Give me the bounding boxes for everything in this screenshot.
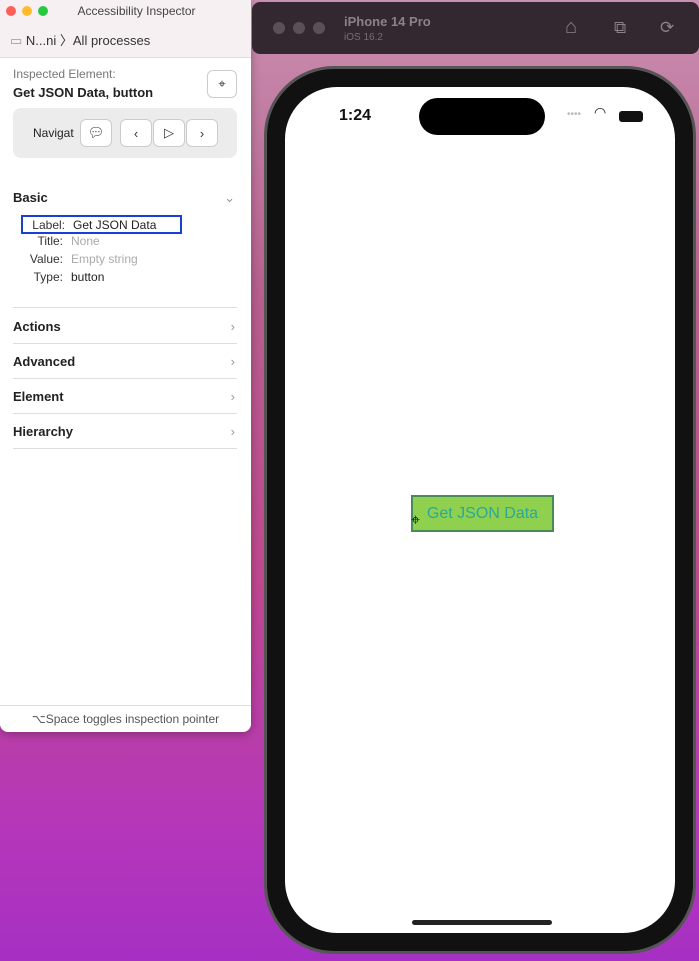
section-title: Basic: [13, 190, 48, 205]
section-advanced[interactable]: Advanced ›: [13, 344, 237, 379]
chevron-right-icon: ›: [230, 389, 235, 404]
row-key: Value:: [29, 252, 63, 266]
previous-button[interactable]: ‹: [120, 119, 152, 147]
row-value: Get JSON Data: [73, 218, 157, 232]
breadcrumb-device[interactable]: N...ni: [26, 33, 56, 48]
chevron-right-icon: ›: [230, 354, 235, 369]
window-title: Accessibility Inspector: [77, 4, 196, 18]
play-icon: ▷: [164, 125, 174, 140]
chevron-down-icon: ⌄: [224, 190, 235, 205]
iphone-frame: 1:24 •••• ◠ Get JSON Data ⌖: [264, 66, 696, 954]
row-key: Label:: [32, 218, 65, 232]
accessibility-inspector-window: Accessibility Inspector ▭ N...ni 〉All pr…: [0, 0, 251, 732]
section-hierarchy[interactable]: Hierarchy ›: [13, 414, 237, 449]
sim-zoom-button[interactable]: [313, 22, 325, 34]
row-key: Type:: [33, 270, 63, 284]
iphone-screen: 1:24 •••• ◠ Get JSON Data ⌖: [285, 87, 675, 933]
section-title: Advanced: [13, 354, 76, 369]
rotate-icon[interactable]: ⟳: [660, 18, 674, 38]
simulator-toolbar: iPhone 14 Pro iOS 16.2 ⌂ ⧉ ⟳: [252, 2, 699, 54]
section-element[interactable]: Element ›: [13, 379, 237, 414]
inspected-element-value: Get JSON Data, button: [13, 85, 154, 100]
battery-icon: [619, 111, 643, 122]
sim-minimize-button[interactable]: [293, 22, 305, 34]
wifi-icon: ◠: [594, 104, 607, 120]
section-title: Actions: [13, 319, 61, 334]
breadcrumb-target[interactable]: All processes: [73, 33, 150, 48]
basic-row-value: Value: Empty string: [13, 252, 213, 266]
row-value: None: [71, 234, 100, 248]
dynamic-island: [419, 98, 545, 135]
screenshot-icon[interactable]: ⧉: [614, 18, 626, 38]
chevron-right-icon: ›: [230, 424, 235, 439]
activate-button[interactable]: ▷: [153, 119, 185, 147]
device-icon: ▭: [10, 33, 23, 48]
home-indicator[interactable]: [412, 920, 552, 925]
navigate-label: Navigat: [33, 126, 74, 140]
next-button[interactable]: ›: [186, 119, 218, 147]
footer-hint: ⌥Space toggles inspection pointer: [0, 705, 251, 732]
chevron-right-icon: ›: [199, 125, 205, 141]
navigation-bar: Navigat 💬︎ ‹ ▷ ›: [13, 108, 237, 158]
chevron-right-icon: ›: [230, 319, 235, 334]
title-bar: Accessibility Inspector ▭ N...ni 〉All pr…: [0, 0, 251, 58]
inspected-element-label: Inspected Element:: [13, 67, 116, 81]
section-actions[interactable]: Actions ›: [13, 309, 237, 344]
speak-button[interactable]: 💬︎: [80, 119, 112, 147]
sim-close-button[interactable]: [273, 22, 285, 34]
target-breadcrumb[interactable]: ▭ N...ni 〉All processes: [10, 30, 150, 49]
basic-row-type: Type: button: [13, 270, 213, 284]
home-icon[interactable]: ⌂: [565, 16, 577, 39]
target-pointer-button[interactable]: ⌖: [207, 70, 237, 98]
speech-bubble-icon: 💬︎: [87, 125, 105, 140]
row-key: Title:: [37, 234, 63, 248]
crosshair-icon: ⌖: [218, 76, 226, 91]
status-time: 1:24: [339, 107, 372, 124]
signal-icon: ••••: [567, 109, 582, 120]
chevron-left-icon: ‹: [133, 125, 139, 141]
basic-row-label: Label: Get JSON Data: [21, 215, 182, 234]
os-version: iOS 16.2: [344, 32, 383, 43]
get-json-data-button[interactable]: Get JSON Data: [411, 495, 554, 532]
section-title: Hierarchy: [13, 424, 73, 439]
section-title: Element: [13, 389, 64, 404]
inspection-pointer-icon: ⌖: [411, 512, 421, 529]
row-value: button: [71, 270, 105, 284]
row-value: Empty string: [71, 252, 138, 266]
device-name: iPhone 14 Pro: [344, 14, 431, 29]
basic-row-title: Title: None: [13, 234, 213, 248]
